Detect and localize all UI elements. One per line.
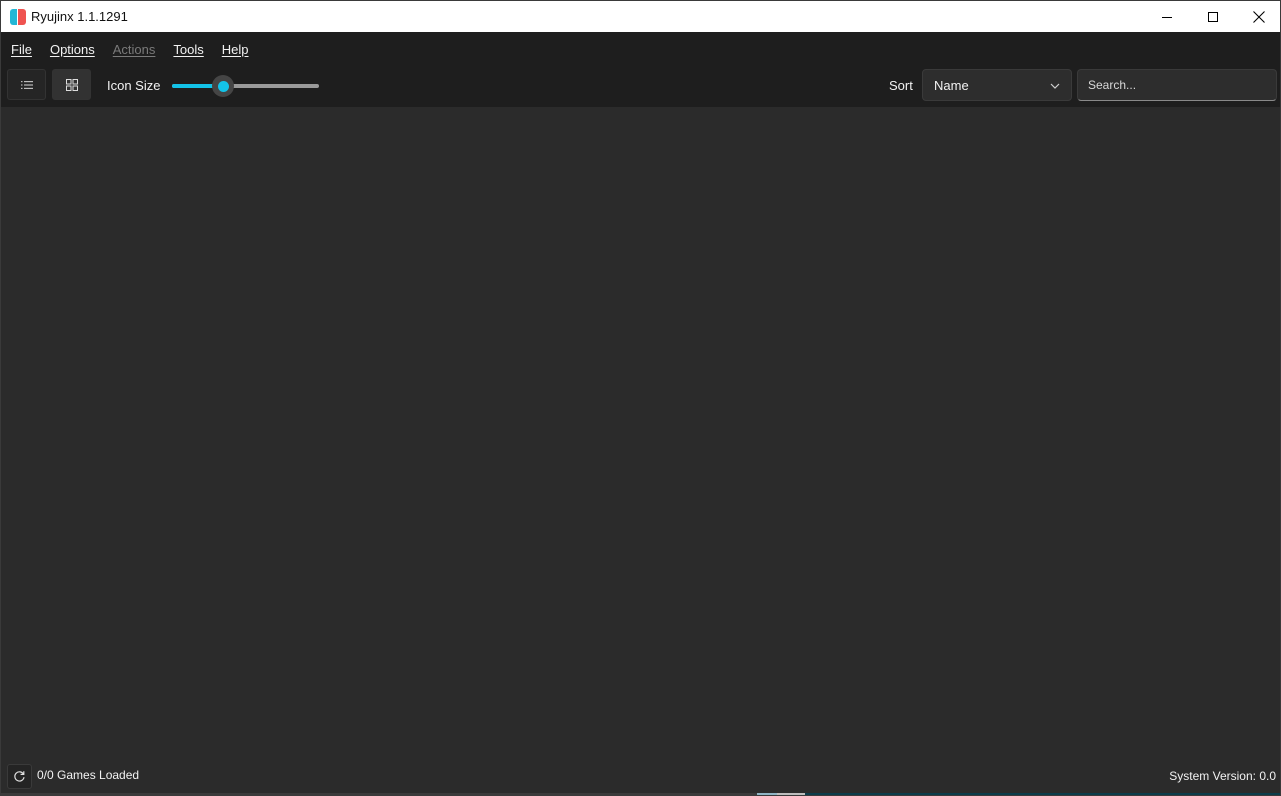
title-bar[interactable]: Ryujinx 1.1.1291 — [1, 1, 1280, 32]
window-controls — [1144, 1, 1280, 32]
menu-bar: File Options Actions Tools Help — [1, 32, 1280, 66]
status-bar: 0/0 Games Loaded System Version: 0.0 — [1, 761, 1280, 793]
menu-help[interactable]: Help — [222, 42, 249, 57]
menu-actions: Actions — [112, 41, 156, 57]
maximize-button[interactable] — [1190, 1, 1236, 32]
list-view-button[interactable] — [7, 69, 46, 100]
minimize-icon — [1162, 16, 1172, 18]
maximize-icon — [1208, 11, 1218, 22]
sort-label: Sort — [889, 78, 913, 93]
sort-value: Name — [934, 77, 969, 93]
ryujinx-logo-icon — [10, 8, 26, 25]
chevron-down-icon — [1050, 83, 1060, 89]
sort-dropdown[interactable]: Name — [922, 69, 1072, 101]
menu-file[interactable]: File — [11, 42, 32, 57]
close-icon — [1253, 10, 1265, 23]
menu-options[interactable]: Options — [50, 42, 95, 57]
icon-size-slider[interactable] — [172, 74, 320, 98]
search-box[interactable] — [1077, 69, 1277, 101]
games-loaded-count: 0/0 Games Loaded — [37, 768, 140, 782]
grid-view-button[interactable] — [52, 69, 91, 100]
menu-tools[interactable]: Tools — [173, 42, 203, 57]
grid-icon — [65, 78, 78, 91]
app-window: Ryujinx 1.1.1291 File Options Actions To… — [0, 0, 1281, 796]
toolbar: Icon Size Sort Name — [1, 66, 1280, 107]
refresh-button[interactable] — [7, 764, 32, 789]
search-input[interactable] — [1088, 70, 1276, 100]
game-list-area[interactable] — [1, 107, 1280, 761]
refresh-icon — [14, 771, 25, 782]
minimize-button[interactable] — [1144, 1, 1190, 32]
icon-size-label: Icon Size — [107, 78, 161, 93]
system-version: System Version: 0.0 — [1169, 769, 1276, 783]
close-button[interactable] — [1236, 1, 1280, 32]
list-icon — [20, 80, 33, 89]
slider-thumb[interactable] — [212, 75, 234, 97]
window-title: Ryujinx 1.1.1291 — [31, 9, 128, 24]
